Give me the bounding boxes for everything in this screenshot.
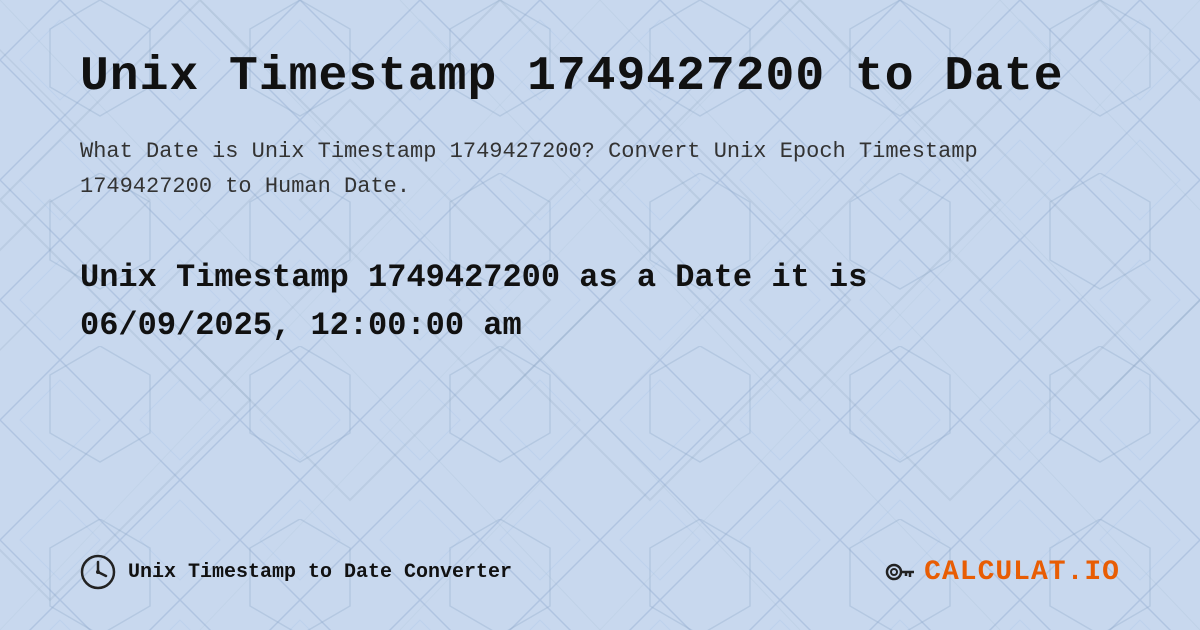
result-text: Unix Timestamp 1749427200 as a Date it i… — [80, 254, 1120, 350]
footer-label: Unix Timestamp to Date Converter — [128, 561, 512, 584]
footer: Unix Timestamp to Date Converter CALCULA… — [80, 534, 1120, 590]
calculat-logo: CALCULAT.IO — [884, 556, 1120, 588]
clock-icon — [80, 554, 116, 590]
page-title: Unix Timestamp 1749427200 to Date — [80, 50, 1120, 104]
page-description: What Date is Unix Timestamp 1749427200? … — [80, 134, 1120, 204]
logo-icon — [884, 556, 916, 588]
logo-text: CALCULAT.IO — [924, 557, 1120, 588]
result-section: Unix Timestamp 1749427200 as a Date it i… — [80, 254, 1120, 350]
result-line1: Unix Timestamp 1749427200 as a Date it i… — [80, 259, 867, 296]
footer-left: Unix Timestamp to Date Converter — [80, 554, 512, 590]
result-line2: 06/09/2025, 12:00:00 am — [80, 307, 522, 344]
logo-text-main: CALCULAT — [924, 557, 1066, 588]
logo-text-accent: .IO — [1067, 557, 1120, 588]
